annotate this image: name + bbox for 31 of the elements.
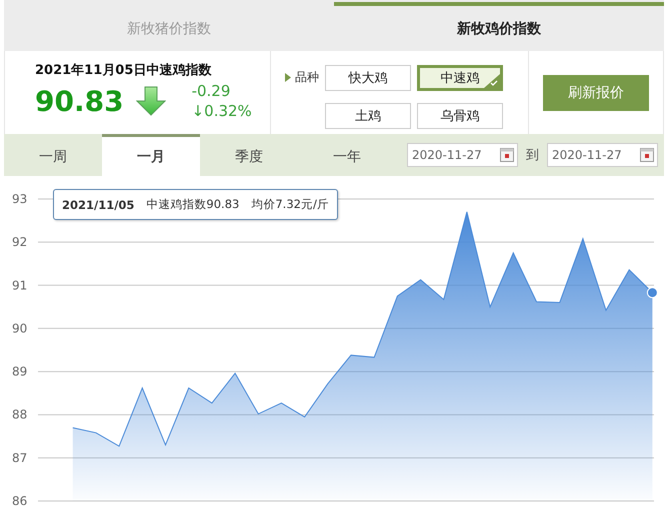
axis-tick-label: 90	[12, 321, 28, 336]
date-field[interactable]: 2020-11-27	[547, 143, 658, 168]
tooltip-index: 中速鸡指数90.83	[146, 197, 240, 212]
period-tab[interactable]: 一月	[102, 134, 200, 176]
variety-option[interactable]: 中速鸡	[417, 65, 503, 92]
variety-label: 品种	[295, 68, 319, 86]
calendar-icon[interactable]	[640, 148, 654, 162]
triangle-icon	[285, 72, 291, 82]
calendar-icon[interactable]	[500, 148, 514, 162]
check-corner-icon	[484, 74, 500, 88]
change-value: -0.29	[192, 81, 232, 102]
period-tab[interactable]: 一年	[298, 134, 396, 176]
axis-tick-label: 86	[12, 494, 28, 508]
axis-tick-label: 92	[12, 235, 28, 250]
date-separator: 到	[526, 147, 539, 164]
variety-option[interactable]: 土鸡	[325, 102, 411, 129]
period-tab[interactable]: 一周	[4, 134, 102, 176]
axis-tick-label: 91	[12, 278, 28, 292]
index-title: 2021年11月05日中速鸡指数	[35, 62, 212, 80]
axis-tick-label: 87	[12, 450, 28, 465]
period-tab[interactable]: 季度	[200, 134, 298, 176]
variety-option[interactable]: 乌骨鸡	[417, 102, 503, 129]
axis-tick-label: 89	[12, 364, 28, 379]
axis-tick-label: 93	[12, 192, 28, 206]
change-percent: ↓0.32%	[192, 101, 252, 122]
variety-option[interactable]: 快大鸡	[325, 65, 411, 92]
axis-tick-label: 88	[12, 408, 28, 422]
tooltip-date: 2021/11/05	[62, 198, 134, 212]
date-field[interactable]: 2020-11-27	[407, 143, 518, 168]
index-value: 90.83	[35, 84, 124, 118]
tooltip-price: 均价7.32元/斤	[251, 197, 329, 212]
